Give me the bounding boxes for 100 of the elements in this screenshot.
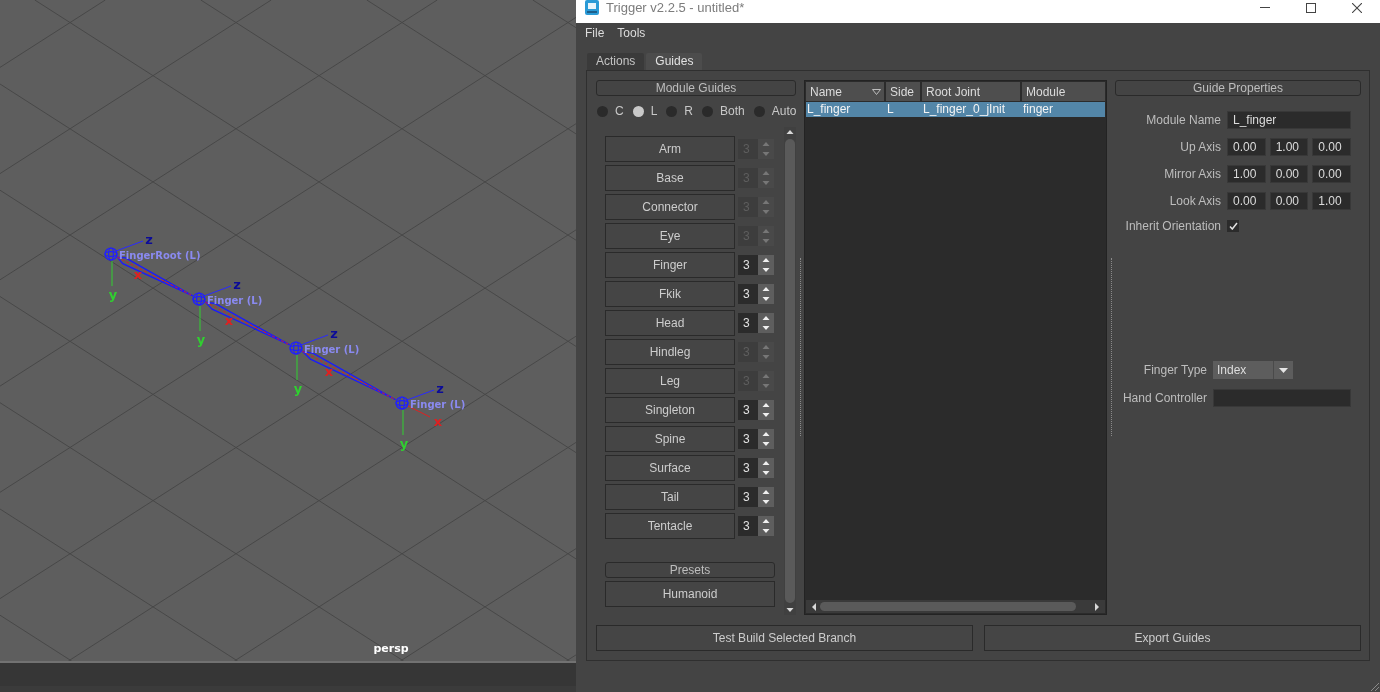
joint-label: Finger (L) (207, 295, 263, 306)
axis-label: x (224, 313, 234, 329)
radio-icon[interactable] (597, 105, 608, 117)
axis-label: z (145, 232, 153, 247)
scrollbar-thumb[interactable] (785, 139, 795, 603)
count-spinbox[interactable]: 3 (738, 255, 774, 275)
left-arrow-icon[interactable] (811, 601, 817, 612)
caret-down-icon (1279, 367, 1288, 373)
text-field[interactable]: L_finger (1227, 111, 1351, 129)
number-field[interactable]: 0.00 (1312, 165, 1351, 183)
count-spinbox[interactable]: 3 (738, 516, 774, 536)
count-spinbox[interactable]: 3 (738, 429, 774, 449)
module-button[interactable]: Leg (605, 368, 735, 394)
count-spinbox[interactable]: 3 (738, 400, 774, 420)
module-button[interactable]: Tail (605, 484, 735, 510)
number-field[interactable]: 1.00 (1269, 138, 1309, 156)
menu-item[interactable]: Tools (617, 25, 646, 41)
axis-label: x (133, 266, 143, 282)
joint-icon[interactable] (192, 292, 206, 306)
module-button[interactable]: Arm (605, 136, 735, 162)
3d-viewport[interactable]: z FingerRoot (L) x z y Finger (L) x y z Finger (L) x y z Finger (L) x y persp (0, 0, 576, 663)
axis-label: x (324, 364, 334, 380)
field-label: Module Name (1145, 113, 1221, 127)
joint-icon[interactable] (104, 247, 118, 261)
joint-icon[interactable] (289, 341, 303, 355)
field-label: Hand Controller (1121, 391, 1207, 405)
module-button[interactable]: Head (605, 310, 735, 336)
radio-icon[interactable] (702, 105, 714, 117)
window-title: Trigger v2.2.5 - untitled* (606, 0, 745, 16)
number-field[interactable]: 1.00 (1227, 165, 1266, 183)
field-label: Inherit Orientation (1124, 219, 1221, 233)
module-button[interactable]: Fkik (605, 281, 735, 307)
column-header[interactable]: Name (806, 82, 884, 101)
maximize-icon[interactable] (1306, 2, 1316, 13)
number-field[interactable]: 0.00 (1227, 138, 1266, 156)
z-axis-line (406, 389, 435, 401)
count-spinbox[interactable]: 3 (738, 313, 774, 333)
count-spinbox[interactable]: 3 (738, 487, 774, 507)
horizontal-scrollbar[interactable] (806, 600, 1105, 613)
radio-option[interactable]: Both (702, 104, 745, 118)
tab[interactable]: Actions (587, 53, 645, 70)
axis-label: y (399, 436, 409, 451)
section-header: Guide Properties (1115, 80, 1361, 96)
action-button[interactable]: Test Build Selected Branch (596, 625, 973, 651)
module-button[interactable]: Eye (605, 223, 735, 249)
number-field[interactable]: 0.00 (1269, 192, 1309, 210)
table-cell-text: L (886, 102, 895, 117)
preset-button[interactable]: Humanoid (605, 581, 775, 607)
axis-label: y (293, 381, 303, 396)
z-axis-line (115, 240, 144, 252)
radio-icon[interactable] (666, 105, 678, 117)
number-field[interactable]: 0.00 (1312, 138, 1351, 156)
right-arrow-icon[interactable] (1094, 601, 1100, 612)
y-axis-line (296, 354, 298, 381)
module-button[interactable]: Hindleg (605, 339, 735, 365)
count-spinbox[interactable]: 3 (738, 458, 774, 478)
section-header: Module Guides (596, 80, 796, 96)
menu-item[interactable]: File (585, 25, 605, 41)
radio-icon[interactable] (753, 105, 765, 117)
module-button[interactable]: Singleton (605, 397, 735, 423)
field-label: Finger Type (1142, 363, 1207, 377)
checkmark-icon (1228, 222, 1238, 230)
y-axis-line (402, 409, 404, 436)
column-header[interactable]: Module (1022, 82, 1105, 101)
number-field[interactable]: 1.00 (1312, 192, 1351, 210)
resize-grip-icon[interactable] (1371, 683, 1379, 691)
count-spinbox[interactable]: 3 (738, 284, 774, 304)
vertical-scrollbar[interactable] (784, 127, 796, 615)
number-field[interactable]: 0.00 (1269, 165, 1309, 183)
axis-label: y (108, 287, 118, 302)
tab[interactable]: Guides (646, 53, 703, 70)
dropdown[interactable]: Index (1213, 361, 1293, 379)
radio-option[interactable]: Auto (753, 104, 797, 118)
module-button[interactable]: Spine (605, 426, 735, 452)
joint-icon[interactable] (395, 396, 409, 410)
joint-label: Finger (L) (304, 344, 360, 355)
column-header[interactable]: Side (886, 82, 920, 101)
joint-label: FingerRoot (L) (119, 250, 201, 261)
axis-label: z (330, 326, 338, 341)
table-cell-text: L_finger_0_jInit (922, 102, 1007, 117)
column-header[interactable]: Root Joint (922, 82, 1020, 101)
radio-option[interactable]: R (666, 104, 694, 118)
action-button[interactable]: Export Guides (984, 625, 1361, 651)
radio-icon[interactable] (632, 105, 644, 117)
close-icon[interactable] (1352, 2, 1362, 13)
field-label: Look Axis (1168, 194, 1221, 208)
module-button[interactable]: Tentacle (605, 513, 735, 539)
scrollbar-thumb[interactable] (820, 602, 1076, 611)
module-button[interactable]: Base (605, 165, 735, 191)
text-field[interactable] (1213, 389, 1351, 407)
module-button[interactable]: Connector (605, 194, 735, 220)
axis-label: y (196, 332, 206, 347)
table-row[interactable]: L_finger L L_finger_0_jInit finger (806, 102, 1105, 117)
radio-option[interactable]: L (632, 104, 658, 118)
y-axis-line (199, 305, 201, 332)
checkbox[interactable] (1227, 220, 1239, 232)
module-button[interactable]: Surface (605, 455, 735, 481)
module-button[interactable]: Finger (605, 252, 735, 278)
radio-option[interactable]: C (597, 104, 624, 118)
number-field[interactable]: 0.00 (1227, 192, 1266, 210)
